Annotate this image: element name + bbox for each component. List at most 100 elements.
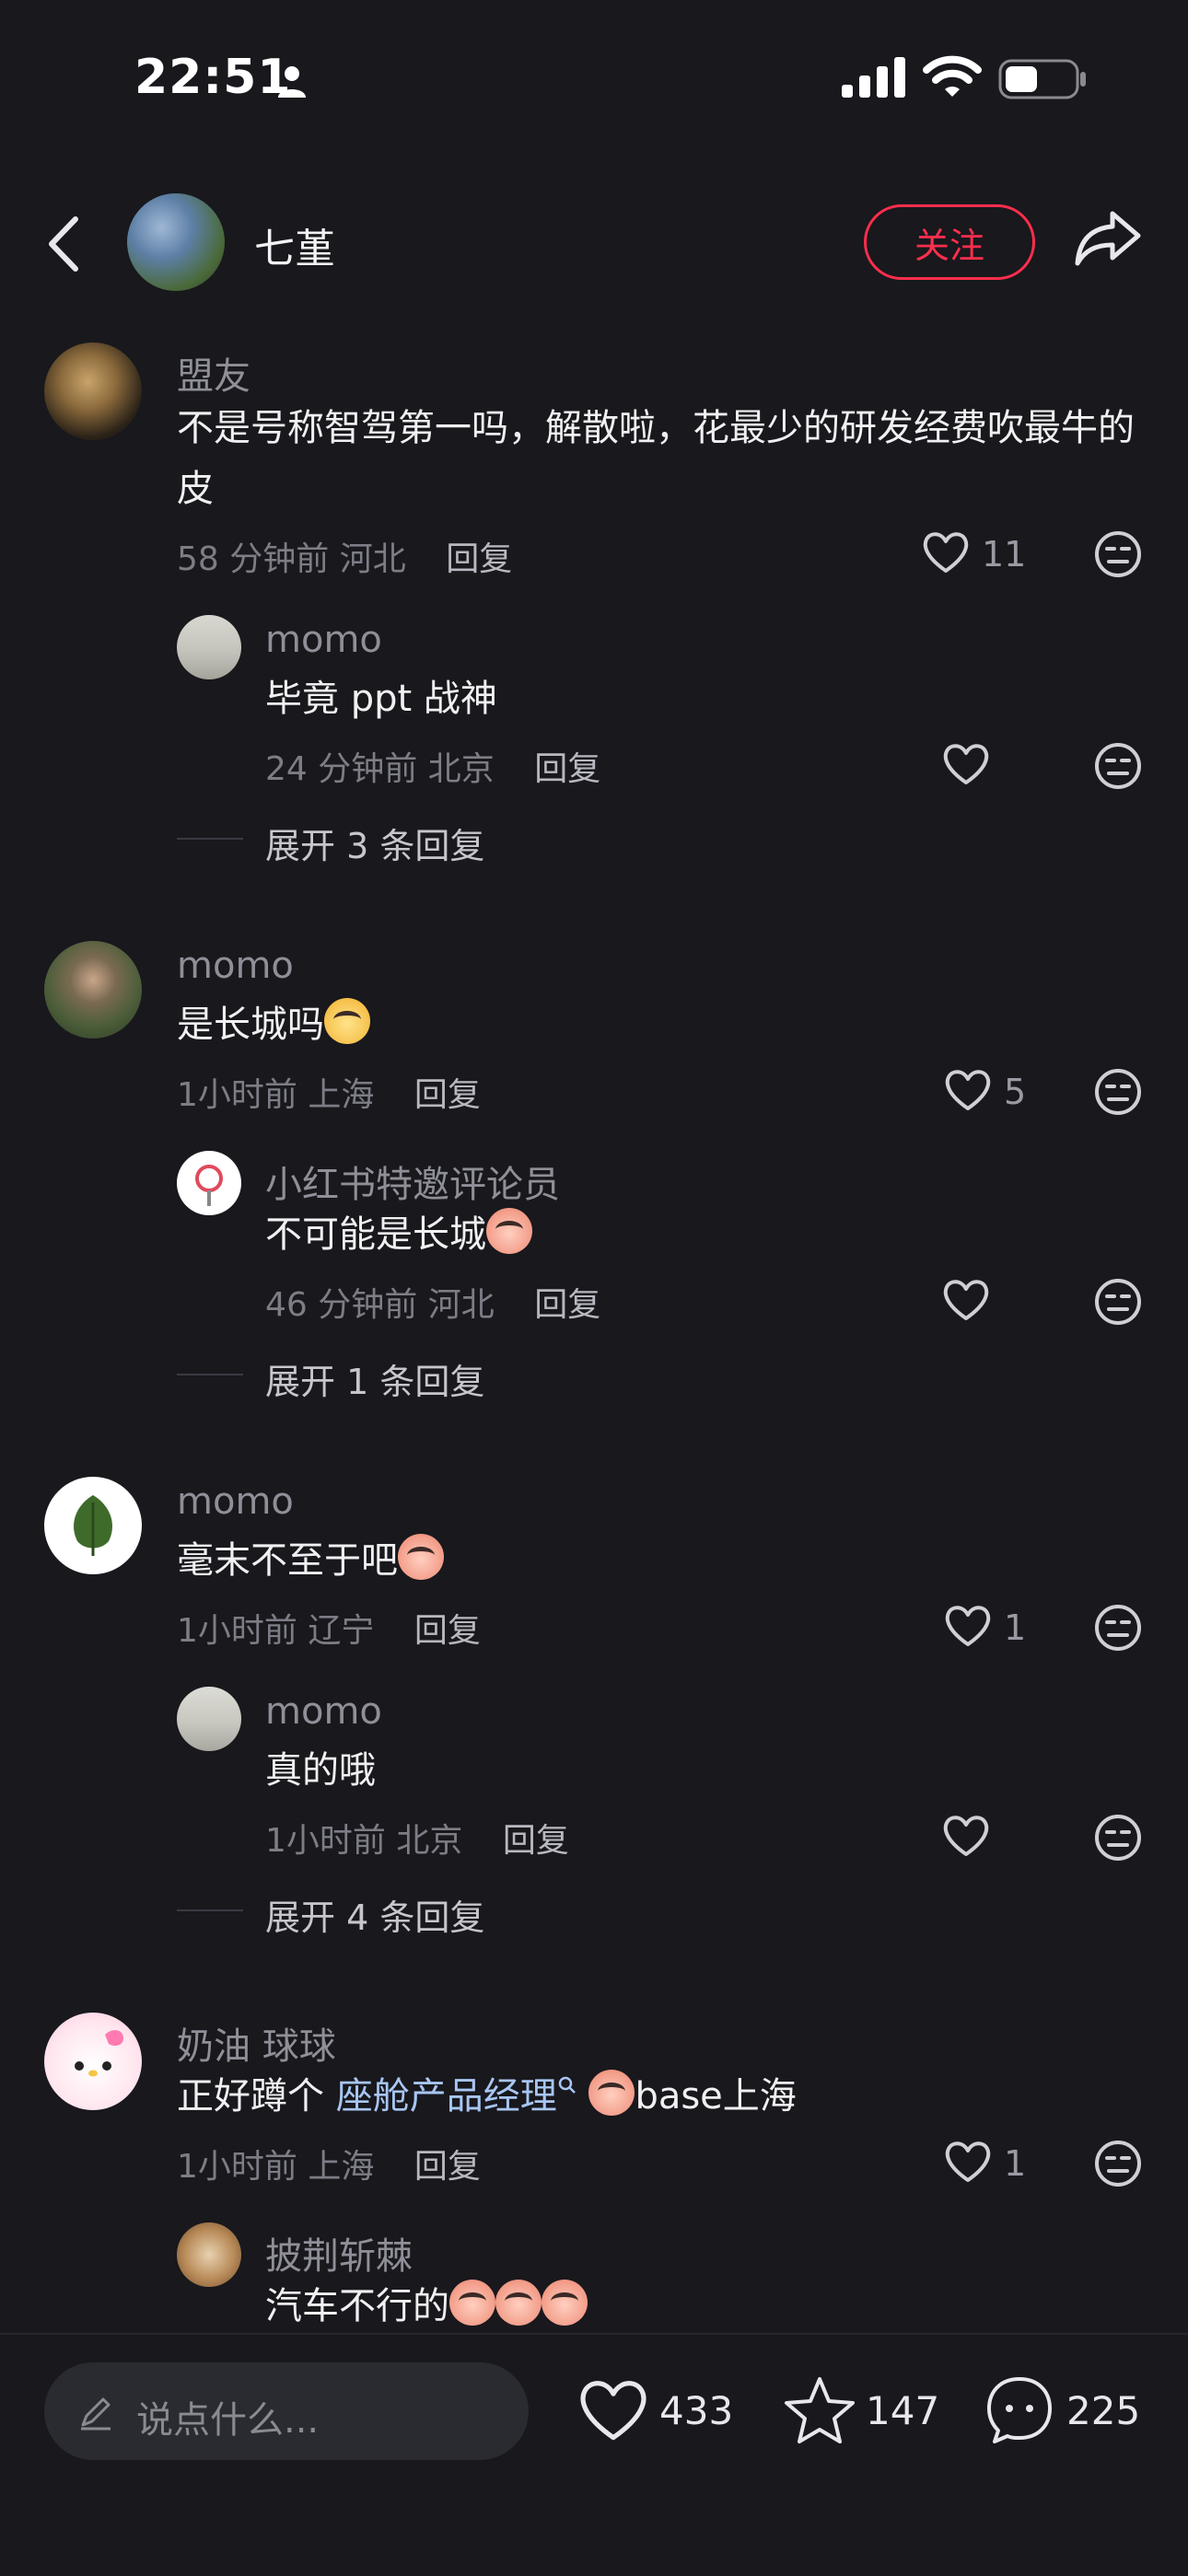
- reply-text: 真的哦: [265, 1749, 376, 1792]
- reply-location: 北京: [396, 1822, 463, 1860]
- reply-text: 不可能是长城: [265, 1204, 532, 1265]
- emoji-icon: [324, 998, 370, 1044]
- author-avatar[interactable]: [127, 193, 225, 291]
- comment-text-suffix: base上海: [635, 2075, 797, 2118]
- reply-location: 北京: [427, 750, 495, 788]
- comment-text: 是长城吗: [177, 994, 370, 1055]
- avatar[interactable]: [177, 2222, 241, 2287]
- comment-location: 上海: [308, 1076, 375, 1114]
- comment-icon[interactable]: [984, 2373, 1055, 2445]
- follow-button[interactable]: 关注: [864, 204, 1035, 280]
- heart-icon[interactable]: [943, 1068, 993, 1112]
- avatar[interactable]: [177, 1687, 241, 1751]
- like-count: 11: [982, 534, 1027, 574]
- reply-text-body: 汽车不行的: [265, 2285, 449, 2327]
- emoji-icon: [588, 2070, 635, 2116]
- reply-username[interactable]: 小红书特邀评论员: [265, 1155, 560, 1208]
- comment-location: 辽宁: [308, 1612, 375, 1650]
- favorite-count: 147: [866, 2388, 940, 2433]
- reply-button[interactable]: 回复: [534, 750, 600, 788]
- wifi-icon: [923, 55, 982, 97]
- emoji-icon: [398, 1534, 444, 1580]
- avatar[interactable]: [44, 941, 142, 1039]
- heart-icon[interactable]: [943, 1604, 993, 1648]
- reply-button[interactable]: 回复: [414, 1076, 481, 1114]
- share-icon[interactable]: [1074, 208, 1142, 269]
- comment-input-placeholder[interactable]: 说点什么...: [136, 2390, 319, 2443]
- like-count: 1: [1004, 2143, 1027, 2184]
- reply-button[interactable]: 回复: [534, 1286, 600, 1324]
- heart-icon[interactable]: [941, 1278, 991, 1322]
- reply-time: 1小时前: [265, 1822, 386, 1860]
- heart-icon[interactable]: [941, 742, 991, 786]
- reply-location: 河北: [427, 1286, 495, 1324]
- comment-text: 正好蹲个 座舱产品经理 base上海: [177, 2066, 797, 2127]
- comment-text: 毫末不至于吧: [177, 1530, 444, 1591]
- heart-icon[interactable]: [577, 2377, 650, 2443]
- avatar[interactable]: [177, 615, 241, 679]
- person-icon: [278, 66, 306, 98]
- reply-username[interactable]: momo: [265, 1690, 382, 1733]
- avatar[interactable]: [44, 342, 142, 440]
- reply-text: 汽车不行的: [265, 2276, 588, 2337]
- comment-username[interactable]: momo: [177, 945, 294, 987]
- expand-replies[interactable]: 展开 1 条回复: [265, 1353, 484, 1404]
- comment-location: 河北: [339, 540, 406, 578]
- heart-icon[interactable]: [921, 530, 971, 574]
- avatar[interactable]: [44, 1477, 142, 1574]
- reply-button[interactable]: 回复: [414, 2148, 481, 2186]
- comment-location: 上海: [308, 2148, 375, 2186]
- comment-time: 58 分钟前: [177, 540, 330, 578]
- like-count: 433: [659, 2388, 734, 2433]
- star-icon[interactable]: [783, 2375, 856, 2445]
- comment-text-body: 正好蹲个: [177, 2075, 336, 2118]
- comment-text-body: 毫末不至于吧: [177, 1539, 398, 1582]
- comment-meta: 1小时前 辽宁 回复: [177, 1604, 481, 1652]
- reply-meta: 24 分钟前 北京 回复: [265, 742, 600, 790]
- comment-time: 1小时前: [177, 1076, 297, 1114]
- comment-meta: 1小时前 上海 回复: [177, 1068, 481, 1116]
- reply-button[interactable]: 回复: [446, 540, 512, 578]
- signal-icon: [842, 57, 905, 98]
- comment-username[interactable]: momo: [177, 1480, 294, 1523]
- emotion-icon[interactable]: [1094, 1068, 1142, 1116]
- divider: [177, 838, 243, 840]
- author-name[interactable]: 七堇: [254, 215, 335, 274]
- reply-button[interactable]: 回复: [503, 1822, 569, 1860]
- reply-button[interactable]: 回复: [414, 1612, 481, 1650]
- emotion-icon[interactable]: [1094, 1814, 1142, 1862]
- emoji-icon: [449, 2280, 495, 2326]
- search-link[interactable]: 座舱产品经理: [336, 2075, 557, 2118]
- emotion-icon[interactable]: [1094, 1604, 1142, 1652]
- status-time: 22:51: [134, 50, 292, 105]
- reply-text-body: 不可能是长城: [265, 1213, 486, 1256]
- comment-time: 1小时前: [177, 1612, 297, 1650]
- heart-icon[interactable]: [941, 1814, 991, 1858]
- comment-meta: 1小时前 上海 回复: [177, 2140, 481, 2187]
- comment-username[interactable]: 奶油 球球: [177, 2016, 336, 2070]
- comment-text: 不是号称智驾第一吗，解散啦，花最少的研发经费吹最牛的皮: [177, 407, 1135, 510]
- like-count: 5: [1004, 1072, 1027, 1112]
- emotion-icon[interactable]: [1094, 2140, 1142, 2187]
- comment-count: 225: [1066, 2388, 1141, 2433]
- expand-replies[interactable]: 展开 4 条回复: [265, 1889, 484, 1940]
- heart-icon[interactable]: [943, 2140, 993, 2184]
- divider: [177, 1374, 243, 1375]
- emotion-icon[interactable]: [1094, 530, 1142, 578]
- comment-username[interactable]: 盟友: [177, 346, 250, 400]
- emotion-icon[interactable]: [1094, 742, 1142, 790]
- avatar[interactable]: [44, 2013, 142, 2110]
- expand-replies[interactable]: 展开 3 条回复: [265, 818, 484, 868]
- lollipop-icon: [195, 1165, 223, 1206]
- leaf-icon: [74, 1495, 112, 1556]
- divider: [177, 1909, 243, 1911]
- emoji-icon: [486, 1208, 532, 1254]
- avatar[interactable]: [177, 1151, 241, 1215]
- reply-username[interactable]: momo: [265, 619, 382, 661]
- comment-text-body: 是长城吗: [177, 1004, 324, 1046]
- reply-username[interactable]: 披荆斩棘: [265, 2226, 413, 2280]
- emoji-icon: [542, 2280, 588, 2326]
- emotion-icon[interactable]: [1094, 1278, 1142, 1326]
- chevron-left-icon[interactable]: [46, 215, 83, 273]
- reply-time: 46 分钟前: [265, 1286, 418, 1324]
